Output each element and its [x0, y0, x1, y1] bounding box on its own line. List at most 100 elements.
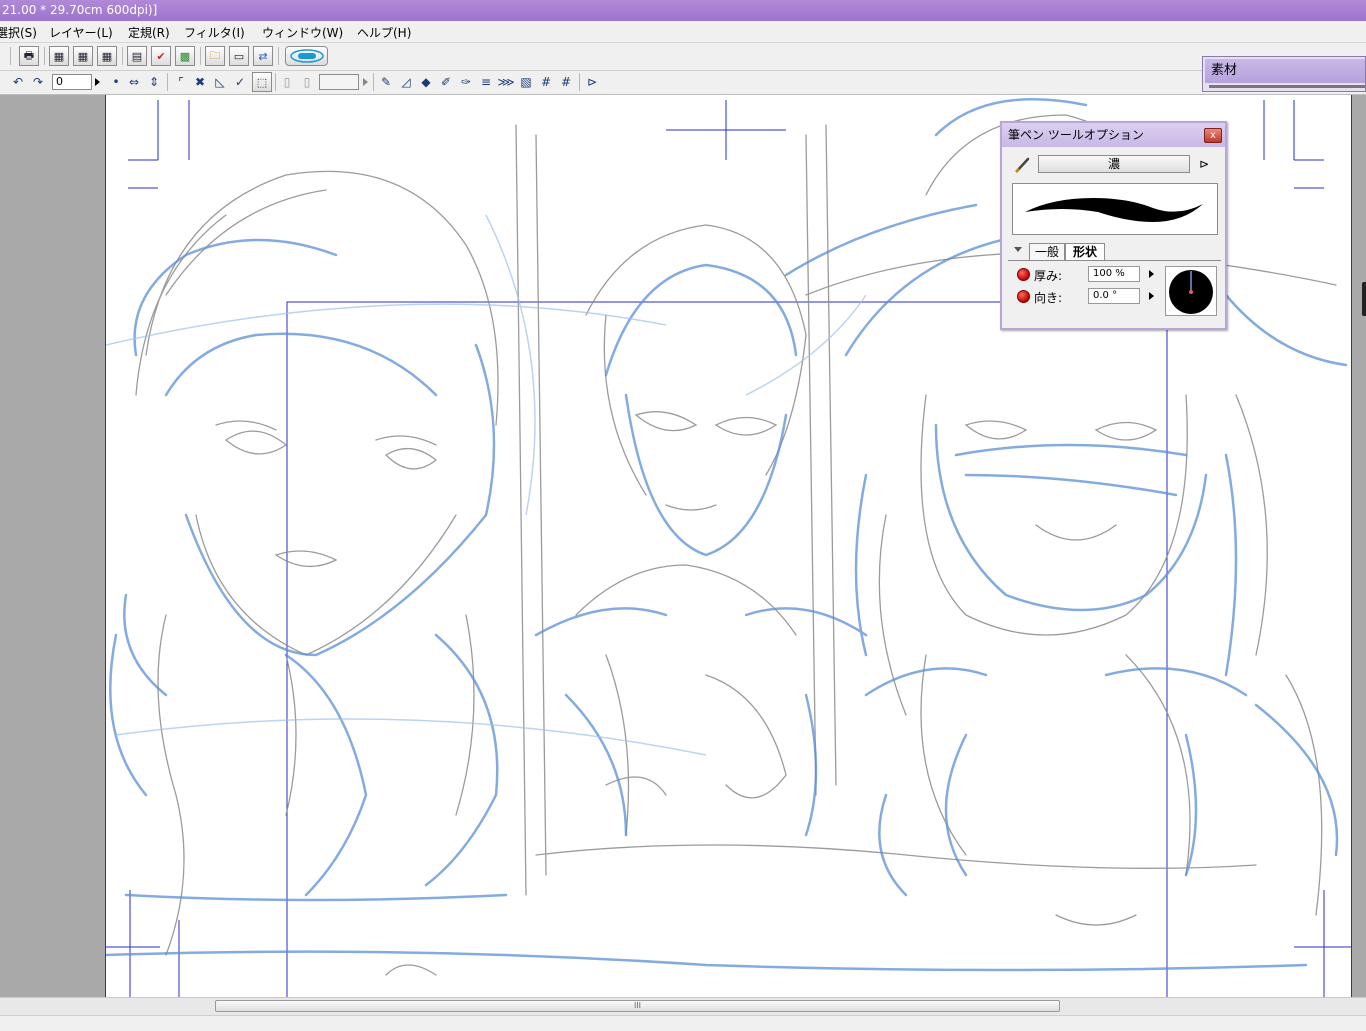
tab-general[interactable]: 一般: [1029, 243, 1065, 260]
perspective-icon: ◺: [215, 75, 225, 89]
cls-logo-button[interactable]: [285, 46, 328, 66]
rotate-left-icon: ↶: [12, 75, 24, 89]
rotate-right-button[interactable]: ↷: [30, 74, 46, 90]
scroll-grip-icon: III: [633, 1001, 642, 1010]
rotation-arrow-icon[interactable]: [95, 78, 100, 86]
hash-tool-button[interactable]: #: [538, 74, 554, 90]
side-panel-handle[interactable]: [1362, 282, 1366, 316]
menu-layer[interactable]: レイヤー(L): [49, 24, 113, 41]
collapse-arrow-icon[interactable]: [1014, 247, 1022, 252]
direction-pressure-toggle[interactable]: [1017, 290, 1030, 303]
window-title: 21.00 * 29.70cm 600dpi)]: [2, 3, 158, 17]
page-grid-icon: ▦: [77, 49, 89, 63]
layer-panel-button[interactable]: ▤: [127, 46, 147, 66]
thickness-label: 厚み:: [1034, 269, 1063, 283]
close-icon: x: [1210, 130, 1216, 141]
tool-options-window[interactable]: 筆ペン ツールオプション x 濃 ⊳ 一般 形状 厚み: 100 % 向き: 0…: [1000, 121, 1227, 330]
folder-icon: 🗀: [209, 48, 221, 62]
ruler-tool-button[interactable]: ◿: [398, 74, 414, 90]
materials-panel-title[interactable]: 素材: [1205, 59, 1365, 83]
flip-horizontal-icon: ⇔: [128, 75, 140, 89]
reset-rotation-button[interactable]: •: [108, 74, 124, 90]
tab-shape[interactable]: 形状: [1065, 243, 1105, 260]
material-button[interactable]: 🗀: [205, 46, 225, 66]
scrollbar-thumb[interactable]: III: [215, 1000, 1060, 1012]
materials-panel-divider: [1209, 85, 1365, 88]
page-view-2-button[interactable]: ▦: [73, 46, 93, 66]
window-button[interactable]: ▭: [229, 46, 249, 66]
menu-select[interactable]: 選択(S): [0, 24, 37, 41]
direction-dial[interactable]: [1165, 266, 1217, 316]
crop-icon: ⌜: [178, 75, 184, 89]
tool-options-title[interactable]: 筆ペン ツールオプション: [1002, 123, 1225, 147]
direction-input[interactable]: 0.0 °: [1088, 288, 1140, 304]
menu-filter[interactable]: フィルタ(I): [184, 24, 245, 41]
sync-icon: ⇄: [258, 49, 268, 63]
snap-grid-button[interactable]: ✖: [192, 74, 208, 90]
guide-button[interactable]: ✓: [232, 74, 248, 90]
ruler-check-icon: ✓: [234, 75, 246, 89]
window-title-bar: 21.00 * 29.70cm 600dpi)]: [0, 0, 1366, 21]
disabled-tool-1-button[interactable]: ▯: [279, 74, 295, 90]
thickness-pressure-toggle[interactable]: [1017, 268, 1030, 281]
direction-label: 向き:: [1034, 291, 1063, 305]
speedline-tool-button[interactable]: ⋙: [497, 74, 515, 90]
close-button[interactable]: x: [1204, 128, 1222, 143]
flip-vertical-icon: ⇕: [148, 75, 160, 89]
print-icon: 🖶: [23, 48, 35, 62]
toolbar-separator: [275, 73, 276, 91]
fill-tool-button[interactable]: ◆: [418, 74, 434, 90]
disabled-tool-2-button[interactable]: ▯: [299, 74, 315, 90]
grid-icon: #: [560, 75, 572, 89]
menu-window[interactable]: ウィンドウ(W): [262, 24, 343, 41]
menu-help[interactable]: ヘルプ(H): [357, 24, 411, 41]
window-icon: ▭: [233, 49, 245, 63]
navigator-button[interactable]: ✔: [151, 46, 171, 66]
triangle-ruler-icon: ◿: [401, 75, 411, 89]
disabled-value-input[interactable]: [319, 74, 359, 90]
menu-arrow-icon: ⊳: [1198, 157, 1210, 171]
eyedropper-button[interactable]: ✐: [438, 74, 454, 90]
pen-icon: ✎: [380, 75, 392, 89]
toolbar-separator: [122, 47, 123, 65]
dashed-frame-icon: ⬚: [256, 75, 268, 89]
eyedropper-icon: ✐: [440, 75, 452, 89]
preset-menu-button[interactable]: ⊳: [1196, 156, 1212, 172]
print-button[interactable]: 🖶: [19, 46, 39, 66]
dial-circle-icon: [1169, 270, 1213, 314]
perspective-button[interactable]: ◺: [212, 74, 228, 90]
main-toolbar: 🖶 ▦ ▦ ▦ ▤ ✔ ▩ 🗀 ▭ ⇄: [0, 43, 1366, 71]
page-icon: ▯: [303, 75, 311, 89]
rotate-right-icon: ↷: [32, 75, 44, 89]
grid-tool-button[interactable]: #: [558, 74, 574, 90]
brush-preset-selector[interactable]: 濃: [1038, 155, 1190, 173]
direction-arrow-icon[interactable]: [1149, 292, 1154, 300]
page-grid-icon: ▦: [53, 49, 65, 63]
color-palette-button[interactable]: ▩: [175, 46, 195, 66]
toolbar-separator: [278, 47, 279, 65]
hatch-tool-button[interactable]: ▧: [518, 74, 534, 90]
menu-ruler[interactable]: 定規(R): [128, 24, 170, 41]
horizontal-scrollbar[interactable]: III: [0, 997, 1366, 1015]
speedline-icon: ⋙: [497, 75, 515, 89]
rotate-left-button[interactable]: ↶: [10, 74, 26, 90]
flip-horizontal-button[interactable]: ⇔: [126, 74, 142, 90]
selection-frame-button[interactable]: ⬚: [252, 72, 272, 92]
brush-tool-button[interactable]: ✑: [458, 74, 474, 90]
rotation-input[interactable]: 0: [52, 74, 92, 90]
flip-vertical-button[interactable]: ⇕: [146, 74, 162, 90]
materials-panel[interactable]: 素材: [1202, 56, 1366, 92]
crop-mark-button[interactable]: ⌜: [173, 74, 189, 90]
page-view-3-button[interactable]: ▦: [97, 46, 117, 66]
sync-button[interactable]: ⇄: [253, 46, 273, 66]
thickness-input[interactable]: 100 %: [1088, 266, 1140, 282]
grid-x-icon: ✖: [194, 75, 206, 89]
pen-tool-button[interactable]: ✎: [378, 74, 394, 90]
thickness-arrow-icon[interactable]: [1149, 270, 1154, 278]
page-view-1-button[interactable]: ▦: [49, 46, 69, 66]
check-chart-icon: ✔: [156, 49, 166, 63]
lines-tool-button[interactable]: ≡: [478, 74, 494, 90]
stroke-preview: [1012, 183, 1218, 235]
toolbar-options-button[interactable]: ⊳: [584, 74, 600, 90]
value-arrow-icon[interactable]: [363, 78, 368, 86]
